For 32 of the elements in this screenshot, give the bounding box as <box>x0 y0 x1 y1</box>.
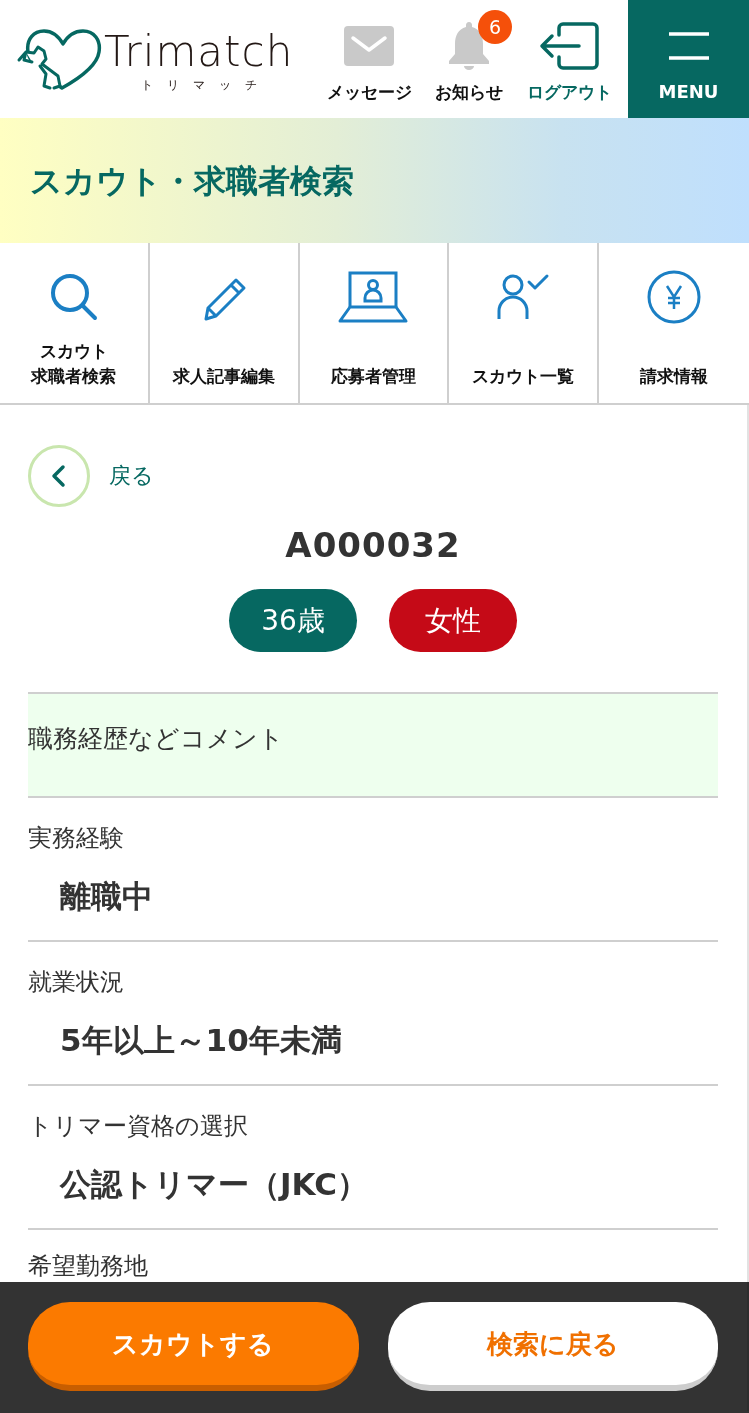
nav-tab[interactable]: 請求情報 <box>599 243 749 403</box>
nav-tab[interactable]: スカウト求職者検索 <box>0 243 150 403</box>
exit-arrow-icon <box>539 22 599 70</box>
logo-text: Trimatch <box>104 27 294 77</box>
logo-kana: トリマッチ <box>139 77 271 93</box>
field-value: 公認トリマー（JKC） <box>58 1166 368 1202</box>
heart-dog-icon <box>16 26 102 92</box>
bell-icon <box>447 22 491 70</box>
logout-link[interactable]: ログアウト <box>519 0 619 118</box>
field-label: 就業状況 <box>28 967 124 998</box>
back-link[interactable]: 戻る <box>28 445 154 507</box>
field-label: 希望勤務地 <box>28 1251 148 1282</box>
nav-tab[interactable]: 応募者管理 <box>299 243 450 403</box>
notification-link[interactable]: お知らせ 6 <box>419 0 519 118</box>
envelope-icon <box>344 26 394 66</box>
menu-icon <box>668 32 709 60</box>
candidate-id: A000032 <box>284 524 462 567</box>
laptop-person-icon <box>337 269 410 325</box>
profile-tag: 女性 <box>389 589 517 652</box>
notification-badge: 6 <box>478 10 512 44</box>
field-value: 5年以上～10年未満 <box>59 1022 342 1058</box>
field-label: 実務経験 <box>28 823 124 854</box>
profile-tag: 36歳 <box>229 589 357 652</box>
message-link[interactable]: メッセージ <box>319 0 419 118</box>
field-value: 離職中 <box>59 878 153 914</box>
field-label: トリマー資格の選択 <box>28 1111 248 1142</box>
menu-button[interactable]: MENU <box>628 0 749 118</box>
comment-heading: 職務経歴などコメント <box>28 724 284 753</box>
nav-tab[interactable]: スカウト一覧 <box>449 243 600 403</box>
nav-tab[interactable]: 求人記事編集 <box>149 243 300 403</box>
page-title: スカウト・求職者検索 <box>30 160 354 201</box>
chevron-left-icon <box>28 445 90 507</box>
